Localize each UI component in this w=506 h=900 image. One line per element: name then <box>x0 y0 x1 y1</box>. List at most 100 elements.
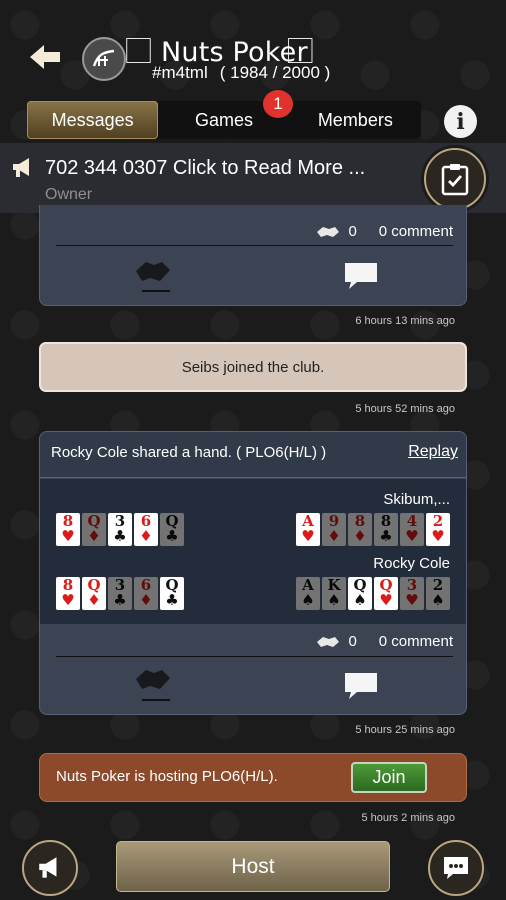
player-name: Rocky Cole <box>373 555 450 572</box>
playing-card: Q ♥ <box>374 577 398 610</box>
player-name: Skibum,... <box>383 491 450 508</box>
chat-button[interactable] <box>428 840 484 896</box>
hand-header: Rocky Cole shared a hand. ( PLO6(H/L) ) … <box>40 432 466 478</box>
system-message: Seibs joined the club. <box>39 342 467 392</box>
like-count: 0 <box>348 633 357 650</box>
playing-card: 3 ♣ <box>108 513 132 546</box>
timestamp: 5 hours 52 mins ago <box>355 403 455 415</box>
card-suit: ♠ <box>353 591 367 609</box>
announcement-role: Owner <box>45 186 93 203</box>
card-suit: ♥ <box>405 527 419 545</box>
player-hole-cards: 8 ♥ Q ♦ 3 ♣ 6 ♦ Q ♣ <box>56 577 184 610</box>
back-arrow-icon[interactable] <box>28 40 62 74</box>
playing-card: Q ♦ <box>82 577 106 610</box>
comment-count: 0 comment <box>378 223 453 240</box>
playing-card: 8 ♦ <box>348 513 372 546</box>
playing-card: A ♠ <box>296 577 320 610</box>
card-suit: ♦ <box>353 527 367 545</box>
playing-card: Q ♠ <box>348 577 372 610</box>
card-suit: ♥ <box>301 527 315 545</box>
hand-body: Skibum,... 8 ♥ Q ♦ 3 ♣ 6 ♦ Q ♣ A ♥ 9 ♦ 8 ♦ 8 ♣ 4 ♥ 2 ♥ Rocky… <box>40 479 466 624</box>
info-button[interactable]: i <box>444 105 477 138</box>
playing-card: Q ♣ <box>160 577 184 610</box>
player-board-cards: A ♥ 9 ♦ 8 ♦ 8 ♣ 4 ♥ 2 ♥ <box>296 513 450 546</box>
card-suit: ♣ <box>165 527 179 545</box>
playing-card: 8 ♥ <box>56 577 80 610</box>
card-suit: ♣ <box>165 591 179 609</box>
card-suit: ♠ <box>327 591 341 609</box>
card-suit: ♦ <box>327 527 341 545</box>
playing-card: Q ♣ <box>160 513 184 546</box>
tab-bar: Messages Games Members <box>27 101 421 139</box>
megaphone-icon <box>39 857 57 878</box>
card-suit: ♠ <box>301 591 315 609</box>
timestamp: 5 hours 2 mins ago <box>361 812 455 824</box>
card-suit: ♥ <box>431 527 445 545</box>
announcement-text[interactable]: 702 344 0307 Click to Read More ... <box>45 157 365 180</box>
playing-card: 3 ♥ <box>400 577 424 610</box>
handshake-icon[interactable] <box>134 257 172 287</box>
playing-card: 4 ♥ <box>400 513 424 546</box>
club-code: #m4tml <box>152 63 208 82</box>
card-suit: ♣ <box>379 527 393 545</box>
card-suit: ♦ <box>87 591 101 609</box>
club-header: ⃞ Nuts Poker ⃞ #m4tml( 1984 / 2000 ) <box>0 0 506 96</box>
hosting-message: Nuts Poker is hosting PLO6(H/L). Join <box>39 753 467 802</box>
playing-card: 2 ♠ <box>426 577 450 610</box>
like-underline <box>142 290 170 292</box>
host-button[interactable]: Host <box>116 841 390 892</box>
handshake-icon <box>317 226 340 237</box>
card-suit: ♣ <box>113 591 127 609</box>
hand-title: Rocky Cole shared a hand. ( PLO6(H/L) ) <box>51 444 327 461</box>
playing-card: 3 ♣ <box>108 577 132 610</box>
card-suit: ♥ <box>61 527 75 545</box>
card-suit: ♦ <box>87 527 101 545</box>
replay-link[interactable]: Replay <box>408 443 458 461</box>
timestamp: 5 hours 25 mins ago <box>355 724 455 736</box>
club-id: #m4tml ( 1984 / 2000 ) <box>152 63 330 83</box>
member-count: ( 1984 / 2000 ) <box>219 63 331 82</box>
playing-card: 9 ♦ <box>322 513 346 546</box>
playing-card: Q ♦ <box>82 513 106 546</box>
clipboard-button[interactable] <box>424 148 486 210</box>
feed-card-previous: 0 0 comment <box>39 205 467 306</box>
card-suit: ♣ <box>113 527 127 545</box>
divider <box>56 245 453 246</box>
handshake-icon <box>317 636 340 647</box>
playing-card: 6 ♦ <box>134 513 158 546</box>
player-board-cards: A ♠ K ♠ Q ♠ Q ♥ 3 ♥ 2 ♠ <box>296 577 450 610</box>
clipboard-check-icon <box>441 164 469 196</box>
card-stats: 0 0 comment <box>316 633 453 650</box>
club-logo-icon <box>82 37 126 81</box>
playing-card: 8 ♣ <box>374 513 398 546</box>
tab-members[interactable]: Members <box>290 101 421 139</box>
like-count: 0 <box>348 223 357 240</box>
comment-bubble-icon[interactable] <box>343 260 379 292</box>
card-suit: ♠ <box>431 591 445 609</box>
timestamp: 6 hours 13 mins ago <box>355 315 455 327</box>
card-suit: ♦ <box>139 591 153 609</box>
shared-hand-card: Rocky Cole shared a hand. ( PLO6(H/L) ) … <box>39 431 467 715</box>
playing-card: 6 ♦ <box>134 577 158 610</box>
tab-messages[interactable]: Messages <box>27 101 159 139</box>
card-suit: ♥ <box>405 591 419 609</box>
comment-bubble-icon[interactable] <box>343 670 379 702</box>
megaphone-icon <box>13 158 29 177</box>
hosting-text: Nuts Poker is hosting PLO6(H/L). <box>56 768 278 785</box>
playing-card: K ♠ <box>322 577 346 610</box>
like-underline <box>142 699 170 701</box>
card-stats: 0 0 comment <box>316 223 453 240</box>
comment-count: 0 comment <box>378 633 453 650</box>
divider <box>56 656 453 657</box>
playing-card: 2 ♥ <box>426 513 450 546</box>
card-suit: ♦ <box>139 527 153 545</box>
card-suit: ♥ <box>61 591 75 609</box>
chat-icon <box>444 857 468 879</box>
join-button[interactable]: Join <box>351 762 427 793</box>
card-suit: ♥ <box>379 591 393 609</box>
announcement-button[interactable] <box>22 840 78 896</box>
games-notification-badge: 1 <box>263 90 293 118</box>
player-hole-cards: 8 ♥ Q ♦ 3 ♣ 6 ♦ Q ♣ <box>56 513 184 546</box>
handshake-icon[interactable] <box>134 665 172 695</box>
playing-card: 8 ♥ <box>56 513 80 546</box>
